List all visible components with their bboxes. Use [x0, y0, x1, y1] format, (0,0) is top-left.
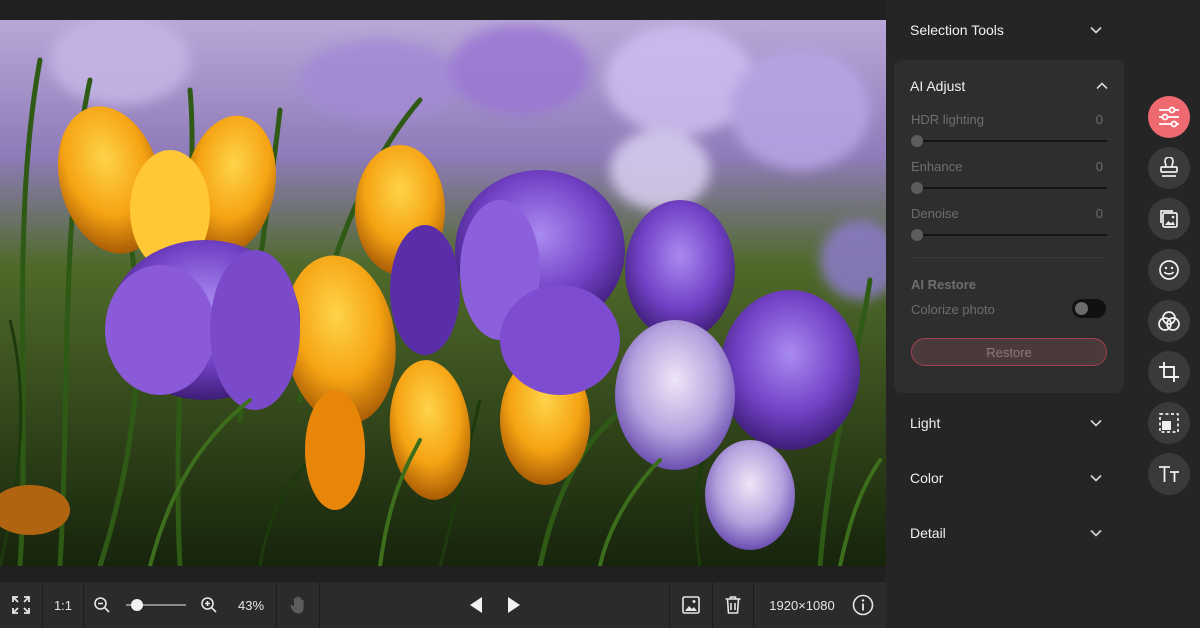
colorize-photo-label: Colorize photo: [911, 302, 995, 317]
object-select-icon: [1159, 413, 1179, 433]
triangle-right-icon: [507, 597, 520, 613]
chevron-down-icon: [1090, 419, 1102, 427]
canvas-area: [0, 0, 886, 582]
restore-button[interactable]: Restore: [911, 338, 1107, 366]
zoom-out-button[interactable]: [84, 582, 120, 628]
stamp-tool-button[interactable]: [1148, 147, 1190, 189]
face-tool-button[interactable]: [1148, 249, 1190, 291]
section-title: AI Adjust: [910, 78, 966, 94]
pan-tool-button[interactable]: [277, 582, 319, 628]
slider-label: Denoise: [911, 206, 959, 221]
section-title: Light: [910, 415, 941, 431]
actual-size-button[interactable]: 1:1: [43, 582, 83, 628]
slider-thumb[interactable]: [911, 182, 923, 194]
section-light[interactable]: Light: [894, 403, 1118, 443]
previous-image-button[interactable]: [466, 582, 486, 628]
trash-icon: [725, 596, 741, 614]
adjust-tool-button[interactable]: [1148, 96, 1190, 138]
slider-track[interactable]: [911, 140, 1107, 142]
color-circles-icon: [1158, 311, 1180, 331]
slider-value: 0: [1095, 206, 1103, 221]
section-detail[interactable]: Detail: [894, 513, 1118, 553]
section-title: Color: [910, 470, 944, 486]
slider-label: HDR lighting: [911, 112, 984, 127]
crocus-photo: [0, 20, 886, 566]
chevron-down-icon: [1090, 26, 1102, 34]
image-browser-button[interactable]: [670, 582, 712, 628]
select-tool-button[interactable]: [1148, 402, 1190, 444]
image-icon: [682, 596, 700, 614]
photo-canvas[interactable]: [0, 20, 886, 566]
text-tool-icon: [1159, 466, 1179, 482]
image-icon: [1160, 210, 1178, 228]
stamp-icon: [1160, 157, 1178, 177]
image-resolution: 1920×1080: [769, 597, 835, 613]
zoom-level: 43%: [237, 597, 265, 613]
ai-restore-title: AI Restore: [911, 277, 977, 292]
zoom-slider[interactable]: [126, 597, 186, 613]
info-icon: [852, 594, 874, 616]
section-ai-adjust[interactable]: AI Adjust: [894, 66, 1124, 106]
zoom-in-icon: [201, 597, 217, 613]
slider-value: 0: [1095, 159, 1103, 174]
slider-track[interactable]: [911, 187, 1107, 189]
slider-hdr-lighting: HDR lighting 0: [911, 112, 1107, 148]
slider-thumb[interactable]: [911, 229, 923, 241]
section-title: Detail: [910, 525, 946, 541]
image-info-button[interactable]: [850, 582, 876, 628]
navigation-group: [320, 582, 669, 628]
section-title: Selection Tools: [910, 22, 1004, 38]
color-tool-button[interactable]: [1148, 300, 1190, 342]
smiley-face-icon: [1159, 260, 1179, 280]
zoom-slider-thumb[interactable]: [130, 599, 143, 611]
adjustments-panel: Selection Tools AI Adjust HDR lighting 0…: [886, 0, 1200, 628]
crop-tool-button[interactable]: [1148, 351, 1190, 393]
slider-label: Enhance: [911, 159, 963, 174]
slider-track[interactable]: [911, 234, 1107, 236]
slider-enhance: Enhance 0: [911, 159, 1107, 195]
section-selection-tools[interactable]: Selection Tools: [894, 10, 1118, 50]
zoom-in-button[interactable]: [192, 582, 226, 628]
slider-thumb[interactable]: [911, 135, 923, 147]
next-image-button[interactable]: [504, 582, 524, 628]
section-color[interactable]: Color: [894, 458, 1118, 498]
toggle-knob: [1075, 302, 1088, 315]
text-tool-button[interactable]: [1148, 453, 1190, 495]
crop-icon: [1159, 362, 1179, 382]
ai-adjust-card: AI Adjust HDR lighting 0 Enhance 0 Denoi…: [894, 60, 1124, 393]
hand-icon: [290, 596, 304, 614]
slider-value: 0: [1095, 112, 1103, 127]
colorize-photo-toggle[interactable]: [1072, 299, 1106, 318]
image-tool-button[interactable]: [1148, 198, 1190, 240]
chevron-down-icon: [1090, 474, 1102, 482]
fit-to-screen-button[interactable]: [0, 582, 42, 628]
fullscreen-expand-icon: [12, 596, 30, 614]
zoom-out-icon: [94, 597, 110, 613]
bottom-toolbar: 1:1 43% 1920×1080: [0, 582, 886, 628]
triangle-left-icon: [469, 597, 482, 613]
chevron-down-icon: [1090, 529, 1102, 537]
slider-denoise: Denoise 0: [911, 206, 1107, 242]
adjust-sliders-icon: [1159, 106, 1179, 128]
divider: [911, 257, 1107, 258]
delete-button[interactable]: [713, 582, 753, 628]
chevron-up-icon: [1096, 82, 1108, 90]
